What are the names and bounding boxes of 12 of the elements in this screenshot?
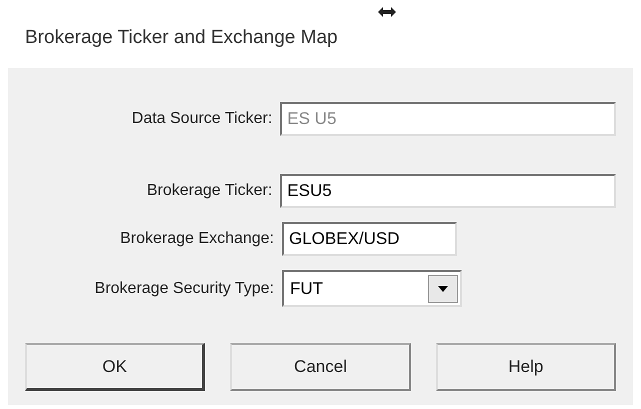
- text-field[interactable]: ESU5: [280, 174, 616, 208]
- dialog-button[interactable]: Help: [436, 343, 616, 391]
- window-title: Brokerage Ticker and Exchange Map: [25, 26, 338, 50]
- resize-cursor-icon: [378, 7, 396, 17]
- dialog-button[interactable]: Cancel: [230, 343, 411, 391]
- security-type-dropdown[interactable]: FUT: [282, 270, 462, 307]
- field-label: Brokerage Exchange:: [119, 229, 275, 249]
- field-label: Brokerage Security Type:: [94, 278, 275, 298]
- field-label: Data Source Ticker:: [130, 109, 274, 129]
- field-label: Brokerage Ticker:: [146, 181, 274, 201]
- text-field[interactable]: GLOBEX/USD: [282, 222, 457, 256]
- dialog-button[interactable]: OK: [25, 343, 206, 391]
